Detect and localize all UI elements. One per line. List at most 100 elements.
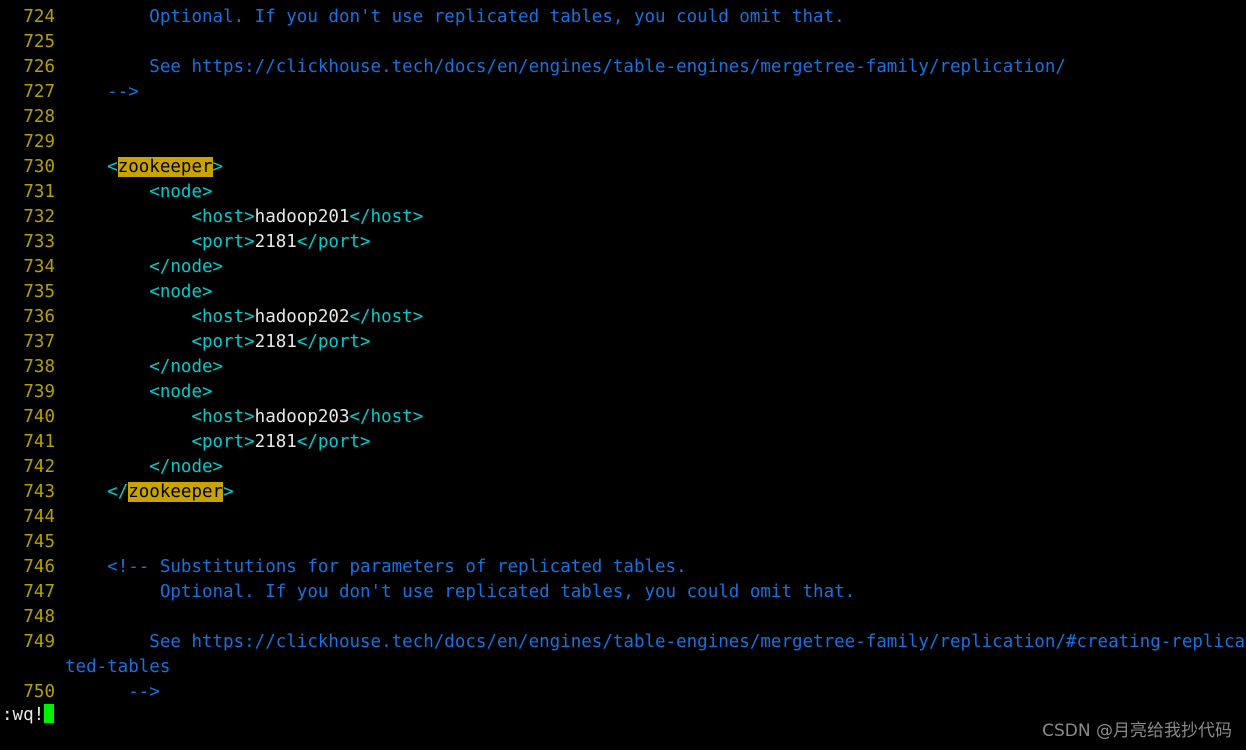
xml-tag: <host> (65, 407, 255, 427)
editor-line[interactable]: 728 (0, 105, 1246, 130)
line-number: 729 (23, 132, 55, 152)
xml-comment: See https://clickhouse.tech/docs/en/engi… (65, 57, 1066, 77)
xml-tag: </host> (349, 307, 424, 327)
xml-text-node: 2181 (254, 332, 297, 352)
editor-line[interactable]: 734 </node> (0, 255, 1246, 280)
xml-tag: </port> (296, 332, 371, 352)
editor-line[interactable]: 733 <port>2181</port> (0, 230, 1246, 255)
xml-text-node: hadoop203 (254, 407, 350, 427)
line-number: 749 (23, 632, 55, 652)
xml-text-node: 2181 (254, 232, 297, 252)
editor-line[interactable]: 738 </node> (0, 355, 1246, 380)
line-content[interactable]: <zookeeper> (65, 155, 1246, 180)
command-line-text: :wq! (2, 705, 45, 725)
line-content[interactable]: <node> (65, 280, 1246, 305)
xml-text-node: 2181 (254, 432, 297, 452)
xml-tag: </node> (65, 257, 224, 277)
xml-tag: </host> (349, 207, 424, 227)
line-content[interactable]: <node> (65, 380, 1246, 405)
line-content[interactable]: </node> (65, 255, 1246, 280)
editor-line[interactable]: 726 See https://clickhouse.tech/docs/en/… (0, 55, 1246, 80)
watermark-label: CSDN @月亮给我抄代码 (1042, 721, 1232, 741)
editor-line[interactable]: 725 (0, 30, 1246, 55)
xml-tag: <port> (65, 432, 255, 452)
editor-line[interactable]: 742 </node> (0, 455, 1246, 480)
xml-text-node: hadoop201 (254, 207, 350, 227)
line-content[interactable]: </node> (65, 355, 1246, 380)
line-number: 738 (23, 357, 55, 377)
xml-text-node: hadoop202 (254, 307, 350, 327)
line-content[interactable]: <port>2181</port> (65, 430, 1246, 455)
line-number: 747 (23, 582, 55, 602)
line-content[interactable]: See https://clickhouse.tech/docs/en/engi… (65, 55, 1246, 80)
line-number: 742 (23, 457, 55, 477)
line-number: 735 (23, 282, 55, 302)
line-number: 745 (23, 532, 55, 552)
line-content[interactable]: <host>hadoop202</host> (65, 305, 1246, 330)
line-content[interactable]: </node> (65, 455, 1246, 480)
line-content[interactable]: <port>2181</port> (65, 230, 1246, 255)
editor-line[interactable]: 740 <host>hadoop203</host> (0, 405, 1246, 430)
line-number: 741 (23, 432, 55, 452)
editor-line[interactable]: 747 Optional. If you don't use replicate… (0, 580, 1246, 605)
line-content[interactable]: <host>hadoop203</host> (65, 405, 1246, 430)
terminal-window: 724 Optional. If you don't use replicate… (0, 0, 1246, 750)
editor-line[interactable]: 743 </zookeeper> (0, 480, 1246, 505)
line-number: 732 (23, 207, 55, 227)
editor-line[interactable]: 746 <!-- Substitutions for parameters of… (0, 555, 1246, 580)
line-number: 733 (23, 232, 55, 252)
editor-line[interactable]: 736 <host>hadoop202</host> (0, 305, 1246, 330)
line-content[interactable]: Optional. If you don't use replicated ta… (65, 5, 1246, 30)
xml-tag: > (223, 482, 234, 502)
line-number: 731 (23, 182, 55, 202)
line-number: 726 (23, 57, 55, 77)
xml-tag: < (65, 157, 118, 177)
line-content[interactable]: Optional. If you don't use replicated ta… (65, 580, 1246, 605)
line-number: 746 (23, 557, 55, 577)
editor-line[interactable]: 748 (0, 605, 1246, 630)
xml-comment: <!-- Substitutions for parameters of rep… (65, 557, 687, 577)
editor-line[interactable]: 739 <node> (0, 380, 1246, 405)
editor-buffer[interactable]: 724 Optional. If you don't use replicate… (0, 5, 1246, 705)
xml-comment: --> (65, 682, 160, 702)
line-content[interactable]: See https://clickhouse.tech/docs/en/engi… (65, 630, 1246, 680)
editor-line[interactable]: 732 <host>hadoop201</host> (0, 205, 1246, 230)
line-number: 728 (23, 107, 55, 127)
line-number: 743 (23, 482, 55, 502)
editor-line[interactable]: 727 --> (0, 80, 1246, 105)
xml-tag: </host> (349, 407, 424, 427)
line-content[interactable]: <port>2181</port> (65, 330, 1246, 355)
line-number: 730 (23, 157, 55, 177)
line-number: 725 (23, 32, 55, 52)
line-content[interactable]: <host>hadoop201</host> (65, 205, 1246, 230)
line-number: 736 (23, 307, 55, 327)
xml-tag: </node> (65, 457, 224, 477)
line-content[interactable]: </zookeeper> (65, 480, 1246, 505)
xml-comment: See https://clickhouse.tech/docs/en/engi… (65, 632, 1246, 677)
search-match-highlight: zookeeper (128, 482, 224, 502)
xml-tag: <port> (65, 232, 255, 252)
editor-line[interactable]: 729 (0, 130, 1246, 155)
line-content[interactable]: <!-- Substitutions for parameters of rep… (65, 555, 1246, 580)
line-number: 737 (23, 332, 55, 352)
line-content[interactable]: <node> (65, 180, 1246, 205)
xml-tag: </node> (65, 357, 224, 377)
line-content[interactable]: --> (65, 80, 1246, 105)
xml-tag: > (212, 157, 224, 177)
xml-tag: <host> (65, 307, 255, 327)
editor-line[interactable]: 744 (0, 505, 1246, 530)
line-number: 724 (23, 7, 55, 27)
editor-line[interactable]: 737 <port>2181</port> (0, 330, 1246, 355)
line-number: 744 (23, 507, 55, 527)
editor-line[interactable]: 730 <zookeeper> (0, 155, 1246, 180)
editor-line[interactable]: 735 <node> (0, 280, 1246, 305)
editor-line[interactable]: 745 (0, 530, 1246, 555)
editor-line[interactable]: 749 See https://clickhouse.tech/docs/en/… (0, 630, 1246, 680)
editor-line[interactable]: 731 <node> (0, 180, 1246, 205)
xml-comment: Optional. If you don't use replicated ta… (65, 582, 856, 602)
editor-line[interactable]: 741 <port>2181</port> (0, 430, 1246, 455)
search-match-highlight: zookeeper (117, 157, 213, 177)
editor-line[interactable]: 724 Optional. If you don't use replicate… (0, 5, 1246, 30)
line-number: 727 (23, 82, 55, 102)
xml-tag: </port> (296, 232, 371, 252)
